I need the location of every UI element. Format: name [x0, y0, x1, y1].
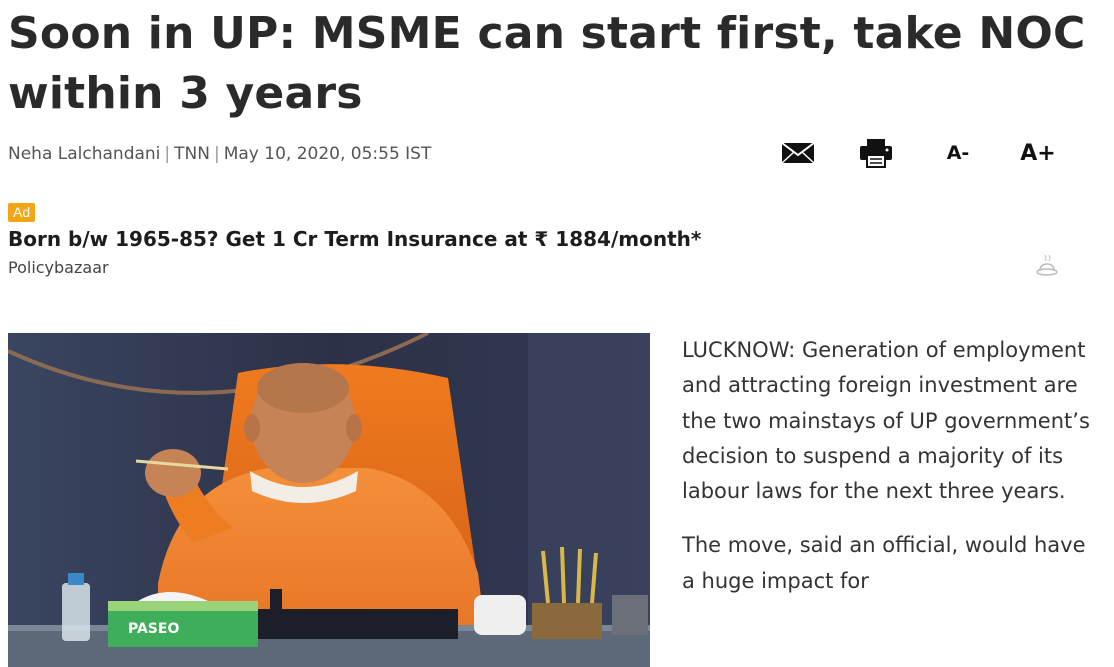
- author-name[interactable]: Neha Lalchandani: [8, 144, 160, 164]
- article-paragraph: The move, said an official, would have a…: [682, 533, 1086, 593]
- paper-roll: [474, 595, 526, 635]
- print-icon-graphic: [860, 139, 892, 168]
- font-increase-button[interactable]: A+: [1016, 136, 1060, 170]
- article-toolbar: A- A+: [770, 136, 1070, 170]
- ad-source[interactable]: Policybazaar: [8, 258, 109, 277]
- byline-separator: |: [164, 144, 171, 164]
- print-icon[interactable]: [858, 136, 894, 170]
- article-body: LUCKNOW: Generation of employment and at…: [682, 333, 1092, 618]
- hand: [145, 449, 201, 497]
- mail-icon-graphic: [781, 142, 815, 164]
- photo-illustration: PASEO: [8, 333, 650, 667]
- adchoices-icon-graphic: [1036, 254, 1058, 276]
- ad-title-link[interactable]: Born b/w 1965-85? Get 1 Cr Term Insuranc…: [8, 227, 701, 251]
- font-decrease-button[interactable]: A-: [940, 136, 976, 170]
- publish-datetime: May 10, 2020, 05:55 IST: [223, 144, 432, 164]
- byline-separator: |: [213, 144, 220, 164]
- pen-stand: [532, 603, 602, 639]
- source-name: TNN: [174, 144, 210, 164]
- article-photo[interactable]: PASEO: [8, 333, 650, 667]
- mail-icon[interactable]: [780, 136, 816, 170]
- phone: [612, 595, 648, 635]
- headline: Soon in UP: MSME can start first, take N…: [8, 8, 1086, 119]
- ad-badge: Ad: [8, 203, 36, 222]
- adchoices-icon[interactable]: [1034, 252, 1060, 278]
- article-paragraph: LUCKNOW: Generation of employment and at…: [682, 338, 1090, 504]
- byline: Neha Lalchandani | TNN | May 10, 2020, 05:55…: [8, 144, 431, 164]
- tissue-box-label: PASEO: [128, 621, 179, 637]
- water-bottle: [62, 583, 90, 641]
